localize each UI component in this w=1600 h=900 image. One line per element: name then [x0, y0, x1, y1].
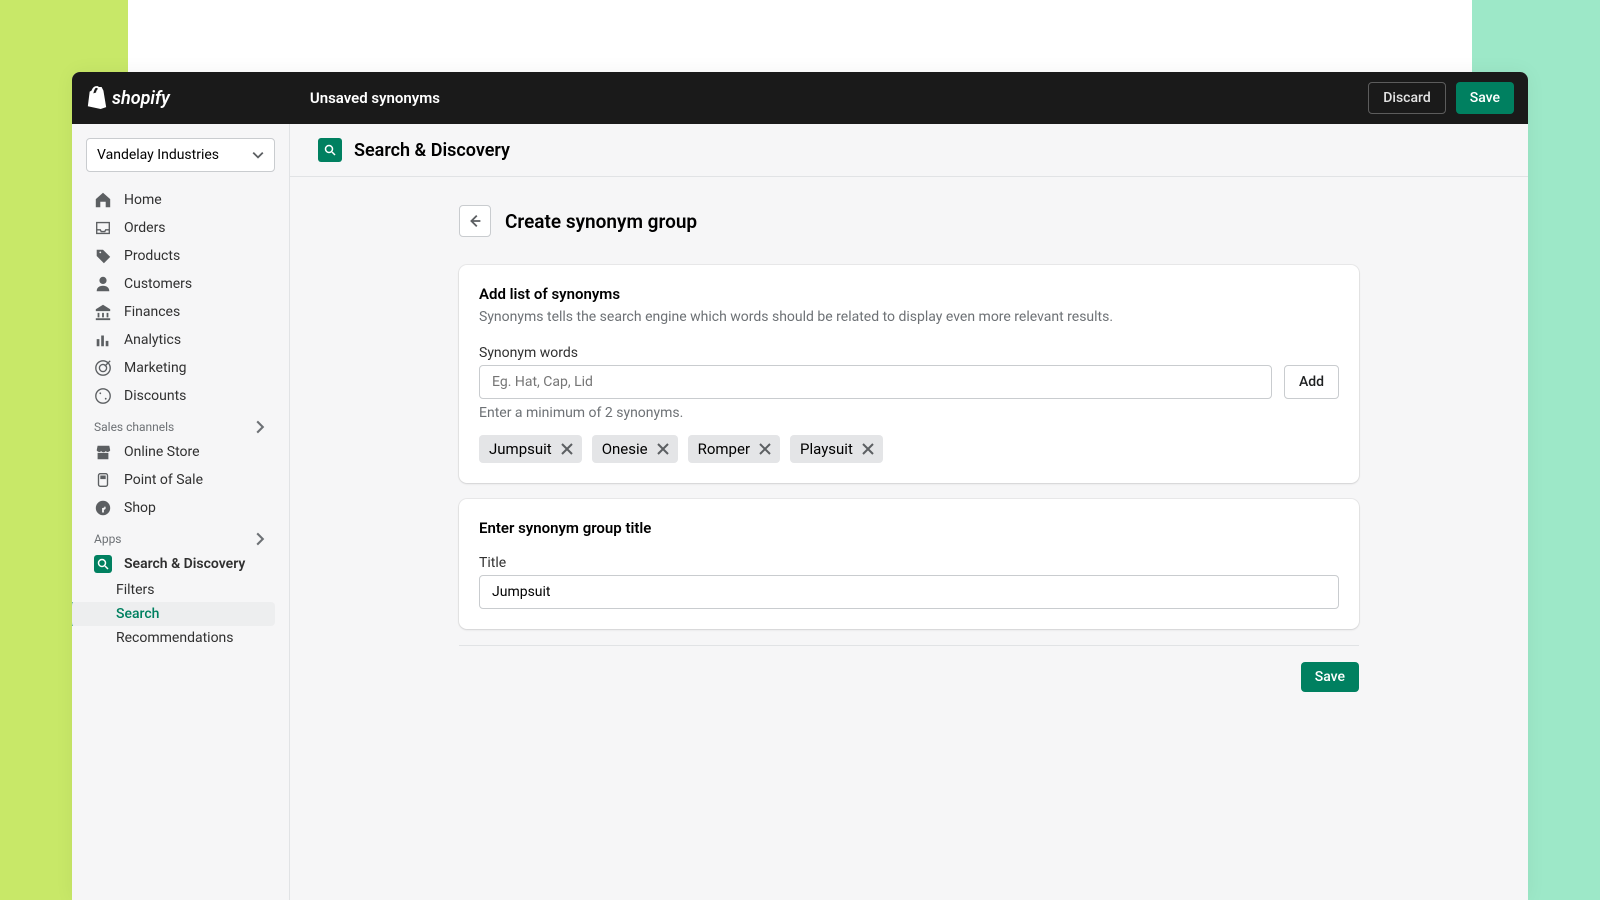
arrow-left-icon [466, 212, 484, 230]
tag-icon [94, 247, 112, 265]
tag-label: Playsuit [800, 440, 853, 458]
synonym-words-label: Synonym words [479, 345, 1339, 361]
app-window: shopify Unsaved synonyms Discard Save Va… [72, 72, 1528, 900]
person-icon [94, 275, 112, 293]
app-label: Search & Discovery [124, 556, 245, 572]
search-discovery-app-icon [318, 138, 342, 162]
section-label: Apps [94, 532, 122, 546]
nav-home[interactable]: Home [86, 186, 275, 214]
remove-tag-button[interactable] [656, 442, 670, 456]
title-card: Enter synonym group title Title [459, 499, 1359, 629]
synonym-tag: Jumpsuit [479, 435, 582, 463]
synonym-tag: Playsuit [790, 435, 883, 463]
synonyms-card-title: Add list of synonyms [479, 285, 1339, 303]
pos-icon [94, 471, 112, 489]
nav-label: Online Store [124, 444, 200, 460]
apps-section[interactable]: Apps [86, 522, 275, 550]
discard-button[interactable]: Discard [1368, 82, 1445, 114]
nav-label: Customers [124, 276, 192, 292]
nav-label: Home [124, 192, 162, 208]
synonym-words-input[interactable] [479, 365, 1272, 399]
channel-shop[interactable]: Shop [86, 494, 275, 522]
section-label: Sales channels [94, 420, 174, 434]
nav-finances[interactable]: Finances [86, 298, 275, 326]
nav-label: Analytics [124, 332, 181, 348]
topbar: shopify Unsaved synonyms Discard Save [72, 72, 1528, 124]
app-header: Search & Discovery [290, 124, 1528, 177]
nav-customers[interactable]: Customers [86, 270, 275, 298]
tag-label: Romper [698, 440, 750, 458]
bank-icon [94, 303, 112, 321]
tag-label: Jumpsuit [489, 440, 552, 458]
synonym-tags: Jumpsuit Onesie Romper [479, 435, 1339, 463]
close-icon [861, 442, 875, 456]
subnav-filters[interactable]: Filters [86, 578, 275, 602]
group-title-input[interactable] [479, 575, 1339, 609]
nav-label: Orders [124, 220, 166, 236]
app-header-title: Search & Discovery [354, 140, 510, 161]
unsaved-status: Unsaved synonyms [310, 89, 440, 107]
shopify-bag-icon [86, 86, 108, 110]
remove-tag-button[interactable] [861, 442, 875, 456]
chevron-right-icon [253, 420, 267, 434]
remove-tag-button[interactable] [758, 442, 772, 456]
store-icon [94, 443, 112, 461]
save-button-top[interactable]: Save [1456, 82, 1514, 114]
app-search-discovery[interactable]: Search & Discovery [86, 550, 275, 578]
inbox-icon [94, 219, 112, 237]
synonyms-card: Add list of synonyms Synonyms tells the … [459, 265, 1359, 483]
store-name: Vandelay Industries [97, 147, 219, 163]
back-button[interactable] [459, 205, 491, 237]
main-content: Search & Discovery Create synonym group … [290, 124, 1528, 900]
nav-marketing[interactable]: Marketing [86, 354, 275, 382]
channel-pos[interactable]: Point of Sale [86, 466, 275, 494]
sidebar: Vandelay Industries Home Orders Products [72, 124, 290, 900]
nav-orders[interactable]: Orders [86, 214, 275, 242]
close-icon [656, 442, 670, 456]
subnav-search[interactable]: Search [72, 602, 275, 626]
title-card-title: Enter synonym group title [479, 519, 1339, 537]
bars-icon [94, 331, 112, 349]
page-title: Create synonym group [505, 210, 697, 233]
nav-label: Discounts [124, 388, 186, 404]
nav-label: Shop [124, 500, 156, 516]
footer-actions: Save [459, 645, 1359, 692]
channel-online-store[interactable]: Online Store [86, 438, 275, 466]
store-selector[interactable]: Vandelay Industries [86, 138, 275, 172]
search-discovery-app-icon [94, 555, 112, 573]
sales-channels-section[interactable]: Sales channels [86, 410, 275, 438]
target-icon [94, 359, 112, 377]
synonym-helper-text: Enter a minimum of 2 synonyms. [479, 405, 1339, 421]
close-icon [560, 442, 574, 456]
nav-discounts[interactable]: Discounts [86, 382, 275, 410]
nav-label: Point of Sale [124, 472, 203, 488]
tag-label: Onesie [602, 440, 648, 458]
nav-label: Finances [124, 304, 180, 320]
synonym-tag: Onesie [592, 435, 678, 463]
shopify-logo: shopify [86, 86, 170, 110]
shopify-wordmark: shopify [112, 88, 170, 109]
nav-label: Products [124, 248, 180, 264]
home-icon [94, 191, 112, 209]
close-icon [758, 442, 772, 456]
caret-down-icon [252, 149, 264, 161]
chevron-right-icon [253, 532, 267, 546]
nav-products[interactable]: Products [86, 242, 275, 270]
shop-icon [94, 499, 112, 517]
remove-tag-button[interactable] [560, 442, 574, 456]
nav-label: Marketing [124, 360, 187, 376]
discount-icon [94, 387, 112, 405]
nav-analytics[interactable]: Analytics [86, 326, 275, 354]
synonyms-card-desc: Synonyms tells the search engine which w… [479, 309, 1339, 325]
add-synonym-button[interactable]: Add [1284, 365, 1339, 399]
title-field-label: Title [479, 555, 1339, 571]
synonym-tag: Romper [688, 435, 780, 463]
save-button-bottom[interactable]: Save [1301, 662, 1359, 692]
subnav-recommendations[interactable]: Recommendations [86, 626, 275, 650]
